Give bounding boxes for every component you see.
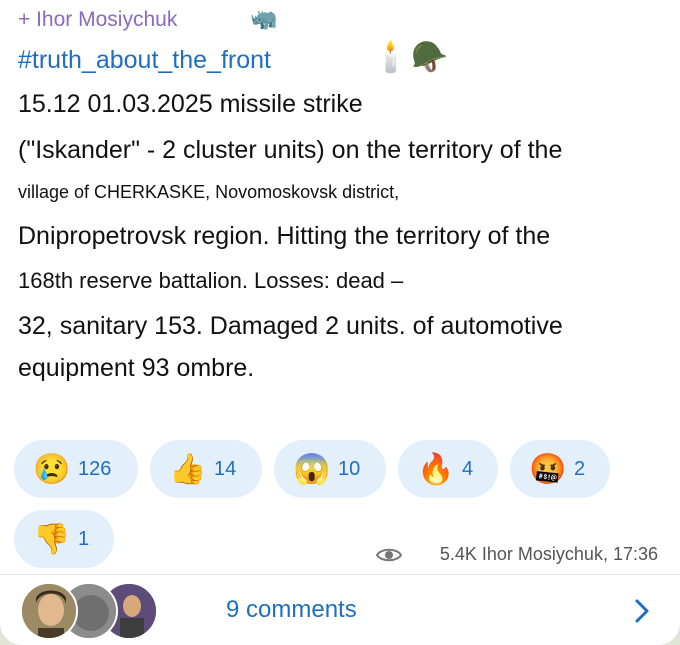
post-text-line: 32, sanitary 153. Damaged 2 units. of au… (18, 312, 563, 340)
reaction-crying[interactable]: 😢 126 (14, 440, 138, 498)
post-text-line: 15.12 01.03.2025 missile strike (18, 90, 363, 118)
thumbs-up-icon: 👍 (169, 452, 207, 486)
reaction-count: 1 (78, 527, 90, 550)
reaction-cursing[interactable]: 🤬 2 (510, 440, 610, 498)
fire-icon: 🔥 (417, 452, 455, 486)
views-author-time: 5.4K Ihor Mosiychuk, 17:36 (439, 544, 658, 564)
avatar (20, 582, 78, 640)
crying-face-icon: 😢 (33, 452, 71, 486)
post-text-line: equipment 93 ombre. (18, 354, 255, 382)
reaction-count: 14 (214, 457, 237, 480)
post-text-line: Dnipropetrovsk region. Hitting the terri… (18, 222, 551, 250)
cursing-face-icon: 🤬 (529, 452, 567, 486)
reaction-fire[interactable]: 🔥 4 (398, 440, 498, 498)
divider (0, 574, 680, 575)
reaction-thumbs-down[interactable]: 👎 1 (14, 510, 114, 568)
comments-link[interactable]: 9 comments (226, 596, 357, 624)
message-meta: 5.4K Ihor Mosiychuk, 17:36 (375, 544, 658, 565)
candle-helmet-emoji: 🕯️🪖 (372, 41, 451, 74)
rhino-emoji: 🦏 (250, 6, 278, 31)
commenter-avatars[interactable] (20, 582, 160, 642)
reaction-count: 2 (574, 457, 586, 480)
screaming-face-icon: 😱 (293, 452, 331, 486)
post-text-line: ("Iskander" - 2 cluster units) on the te… (18, 136, 563, 164)
post-text-line: 168th reserve battalion. Losses: dead – (18, 268, 404, 293)
message-card: + Ihor Mosiychuk 🦏 #truth_about_the_fron… (0, 0, 680, 645)
post-text-line: village of CHERKASKE, Novomoskovsk distr… (18, 182, 400, 202)
reaction-thumbs-up[interactable]: 👍 14 (150, 440, 262, 498)
forwarded-from-label[interactable]: + Ihor Mosiychuk (18, 8, 177, 32)
thumbs-down-icon: 👎 (33, 522, 71, 556)
reaction-count: 126 (78, 457, 112, 480)
chevron-right-icon[interactable] (634, 598, 650, 624)
hashtag-link[interactable]: #truth_about_the_front (18, 46, 271, 75)
reaction-count: 10 (338, 457, 361, 480)
reaction-screaming[interactable]: 😱 10 (274, 440, 386, 498)
reaction-count: 4 (462, 457, 474, 480)
eye-icon (375, 548, 402, 561)
